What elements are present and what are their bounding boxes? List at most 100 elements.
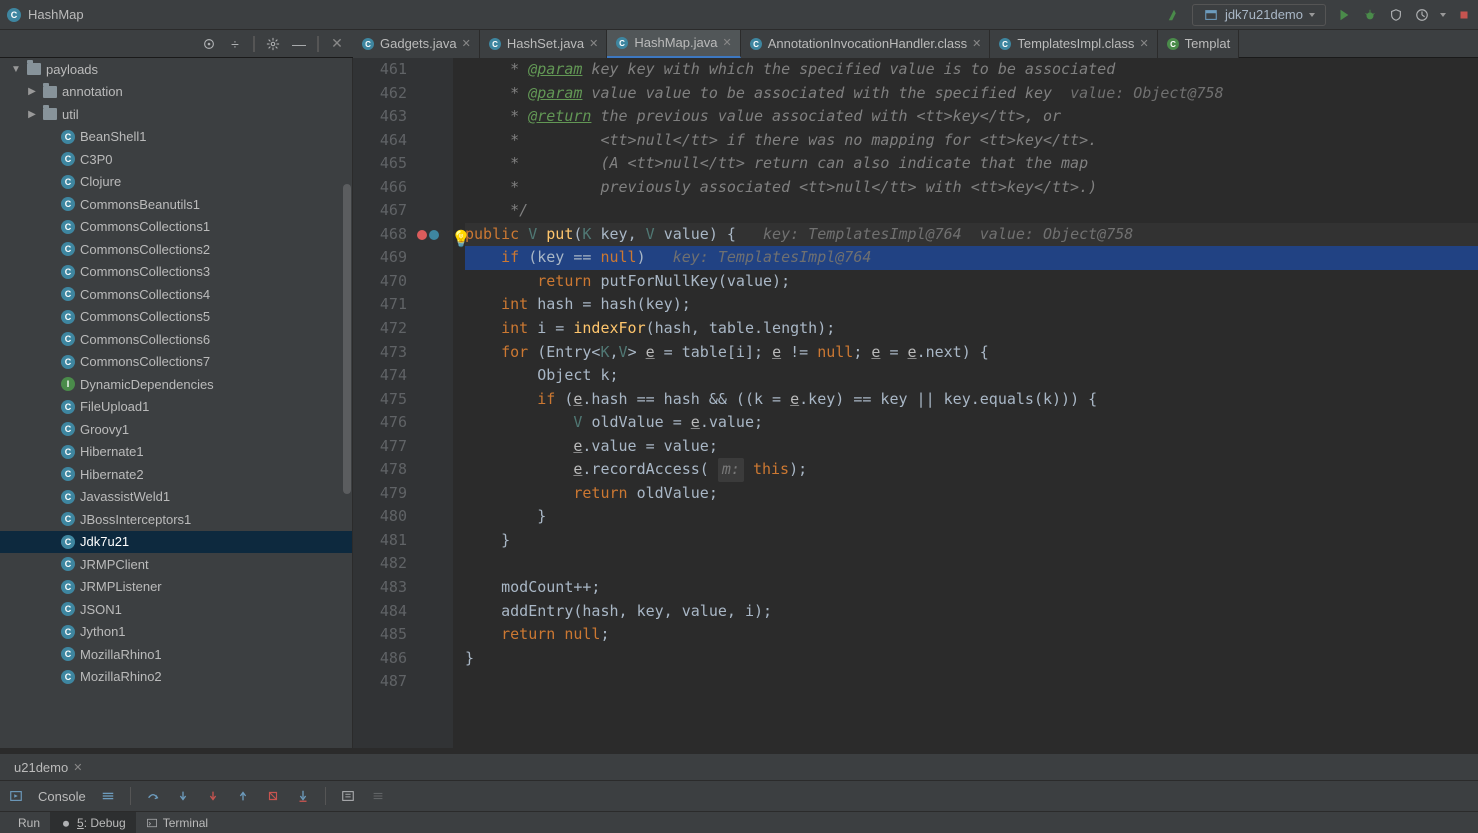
breakpoint-icons[interactable] xyxy=(417,230,439,240)
close-icon[interactable]: ✕ xyxy=(972,37,981,50)
code-line[interactable]: */ xyxy=(465,199,1478,223)
drop-frame-icon[interactable] xyxy=(265,788,281,804)
chevron-down-icon[interactable] xyxy=(1440,13,1446,17)
sidebar-class[interactable]: CCommonsBeanutils1 xyxy=(0,193,352,216)
divide-icon[interactable]: ÷ xyxy=(227,36,243,52)
stop-icon[interactable] xyxy=(1456,7,1472,23)
gutter-line[interactable]: 469 xyxy=(353,246,447,270)
close-icon[interactable]: ✕ xyxy=(589,37,598,50)
code-line[interactable]: } xyxy=(465,505,1478,529)
sidebar-class[interactable]: CJython1 xyxy=(0,621,352,644)
code-line[interactable]: * @param key key with which the specifie… xyxy=(465,58,1478,82)
gutter-line[interactable]: 464 xyxy=(353,129,447,153)
gutter-line[interactable]: 487 xyxy=(353,670,447,694)
gutter-line[interactable]: 465 xyxy=(353,152,447,176)
code-area[interactable]: 💡 * @param key key with which the specif… xyxy=(453,58,1478,748)
sidebar-class[interactable]: CJBossInterceptors1 xyxy=(0,508,352,531)
gutter-line[interactable]: 467 xyxy=(353,199,447,223)
sidebar-folder[interactable]: ▶util xyxy=(0,103,352,126)
expand-icon[interactable]: ▶ xyxy=(26,86,38,97)
code-line[interactable]: return null; xyxy=(465,623,1478,647)
sidebar-class[interactable]: CCommonsCollections6 xyxy=(0,328,352,351)
gutter-line[interactable]: 474 xyxy=(353,364,447,388)
close-icon[interactable]: ✕ xyxy=(329,36,345,52)
code-line[interactable]: * <tt>null</tt> if there was no mapping … xyxy=(465,129,1478,153)
debug-icon[interactable] xyxy=(1362,7,1378,23)
code-line[interactable]: * @return the previous value associated … xyxy=(465,105,1478,129)
editor-tab[interactable]: CAnnotationInvocationHandler.class✕ xyxy=(741,30,991,58)
sidebar-class[interactable]: CMozillaRhino1 xyxy=(0,643,352,666)
gutter-line[interactable]: 486 xyxy=(353,647,447,671)
gutter-line[interactable]: 484 xyxy=(353,600,447,624)
code-line[interactable]: int i = indexFor(hash, table.length); xyxy=(465,317,1478,341)
gutter-line[interactable]: 468 xyxy=(353,223,447,247)
restore-layout-icon[interactable] xyxy=(8,788,24,804)
gutter-line[interactable]: 461 xyxy=(353,58,447,82)
breakpoint-icon[interactable] xyxy=(417,230,427,240)
code-line[interactable]: if (e.hash == hash && ((k = e.key) == ke… xyxy=(465,388,1478,412)
code-line[interactable]: e.value = value; xyxy=(465,435,1478,459)
target-icon[interactable] xyxy=(201,36,217,52)
gutter-line[interactable]: 478 xyxy=(353,458,447,482)
sidebar-folder[interactable]: ▶annotation xyxy=(0,81,352,104)
code-line[interactable]: if (key == null) key: TemplatesImpl@764 xyxy=(465,246,1478,270)
sidebar-class[interactable]: CBeanShell1 xyxy=(0,126,352,149)
gutter-line[interactable]: 473 xyxy=(353,341,447,365)
gutter-line[interactable]: 475 xyxy=(353,388,447,412)
sidebar-class[interactable]: CJRMPClient xyxy=(0,553,352,576)
console-tab-label[interactable]: Console xyxy=(38,789,86,804)
step-into-icon[interactable] xyxy=(175,788,191,804)
gutter-line[interactable]: 462 xyxy=(353,82,447,106)
status-debug-button[interactable]: 5: Debug xyxy=(50,812,136,833)
gutter-line[interactable]: 470 xyxy=(353,270,447,294)
code-line[interactable]: } xyxy=(465,529,1478,553)
profile-icon[interactable] xyxy=(1414,7,1430,23)
sidebar-class[interactable]: CJdk7u21 xyxy=(0,531,352,554)
gutter-line[interactable]: 482 xyxy=(353,552,447,576)
force-step-into-icon[interactable] xyxy=(205,788,221,804)
sidebar-class[interactable]: CMozillaRhino2 xyxy=(0,666,352,689)
code-line[interactable]: int hash = hash(key); xyxy=(465,293,1478,317)
code-line[interactable]: return oldValue; xyxy=(465,482,1478,506)
sidebar-class[interactable]: CC3P0 xyxy=(0,148,352,171)
gutter-line[interactable]: 483 xyxy=(353,576,447,600)
build-icon[interactable] xyxy=(1166,7,1182,23)
code-line[interactable]: addEntry(hash, key, value, i); xyxy=(465,600,1478,624)
trace-icon[interactable] xyxy=(370,788,386,804)
sidebar-class[interactable]: CCommonsCollections5 xyxy=(0,306,352,329)
sidebar-class[interactable]: CJRMPListener xyxy=(0,576,352,599)
sidebar-class[interactable]: CGroovy1 xyxy=(0,418,352,441)
gutter[interactable]: 4614624634644654664674684694704714724734… xyxy=(353,58,453,748)
run-to-cursor-icon[interactable] xyxy=(295,788,311,804)
code-line[interactable]: * previously associated <tt>null</tt> wi… xyxy=(465,176,1478,200)
settings-icon[interactable] xyxy=(265,36,281,52)
sidebar-class[interactable]: CCommonsCollections7 xyxy=(0,351,352,374)
sidebar-class[interactable]: CClojure xyxy=(0,171,352,194)
code-line[interactable]: return putForNullKey(value); xyxy=(465,270,1478,294)
code-line[interactable]: public V put(K key, V value) { key: Temp… xyxy=(465,223,1478,247)
threads-icon[interactable] xyxy=(100,788,116,804)
sidebar-folder-payloads[interactable]: ▼payloads xyxy=(0,58,352,81)
step-out-icon[interactable] xyxy=(235,788,251,804)
gutter-line[interactable]: 463 xyxy=(353,105,447,129)
code-line[interactable]: for (Entry<K,V> e = table[i]; e != null;… xyxy=(465,341,1478,365)
debug-session-tab[interactable]: u21demo ✕ xyxy=(6,754,90,780)
gutter-line[interactable]: 476 xyxy=(353,411,447,435)
sidebar-class[interactable]: CJSON1 xyxy=(0,598,352,621)
close-icon[interactable]: ✕ xyxy=(1139,37,1148,50)
code-editor[interactable]: 4614624634644654664674684694704714724734… xyxy=(353,58,1478,748)
intention-bulb-icon[interactable]: 💡 xyxy=(451,227,471,251)
editor-tab[interactable]: CTemplatesImpl.class✕ xyxy=(990,30,1157,58)
step-over-icon[interactable] xyxy=(145,788,161,804)
sidebar-class[interactable]: CCommonsCollections3 xyxy=(0,261,352,284)
gutter-line[interactable]: 471 xyxy=(353,293,447,317)
sidebar-class[interactable]: CFileUpload1 xyxy=(0,396,352,419)
code-line[interactable]: V oldValue = e.value; xyxy=(465,411,1478,435)
sidebar-class[interactable]: CCommonsCollections2 xyxy=(0,238,352,261)
run-icon[interactable] xyxy=(1336,7,1352,23)
gutter-line[interactable]: 480 xyxy=(353,505,447,529)
close-icon[interactable]: ✕ xyxy=(462,37,471,50)
gutter-line[interactable]: 481 xyxy=(353,529,447,553)
status-run-button[interactable]: Run xyxy=(8,812,50,833)
gutter-line[interactable]: 485 xyxy=(353,623,447,647)
